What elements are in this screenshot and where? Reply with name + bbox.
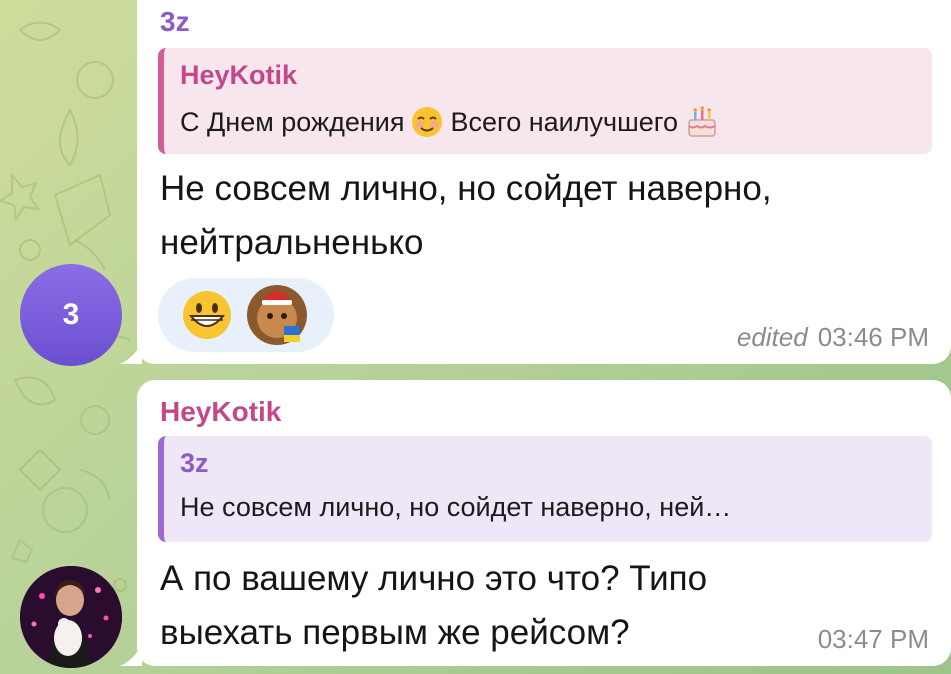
grinning-face-reaction-icon[interactable] [180,288,234,342]
reply-author: HeyKotik [180,60,298,90]
birthday-cake-emoji-icon [688,106,716,137]
reply-text: Не совсем лично, но сойдет наверно, ней… [180,492,732,522]
smiling-face-emoji-icon [412,107,443,137]
avatar-photo [20,566,122,668]
avatar[interactable] [20,566,122,668]
avatar[interactable]: 3 [20,264,122,366]
reply-preview[interactable]: 3z Не совсем лично, но сойдет наверно, н… [158,436,932,542]
avatar-initial: 3 [62,298,80,331]
message-meta: 03:47 PM [818,624,929,655]
message-time: 03:47 PM [817,624,929,654]
reply-text-part1: С Днем рождения [180,106,405,137]
sender-name[interactable]: 3z [160,6,190,38]
cat-santa-reaction-icon[interactable] [246,284,308,346]
reply-text: С Днем рождения Всего наилучшего [180,104,920,140]
reactions-bar [158,278,334,352]
edited-label: edited [736,322,808,352]
reply-text-part2: Всего наилучшего [450,106,679,137]
sender-name[interactable]: HeyKotik [160,396,281,428]
chat-background: 3z HeyKotik С Днем рождения Всего наилуч… [0,0,951,674]
message-time: 03:46 PM [817,322,929,352]
message-meta: edited 03:46 PM [737,322,929,353]
reply-preview[interactable]: HeyKotik С Днем рождения Всего наилучшег… [158,48,932,154]
message-text: А по вашему лично это что? Типо выехать … [160,559,708,652]
reply-author: 3z [180,448,209,478]
message-text: Не совсем лично, но сойдет наверно, нейт… [160,169,772,262]
